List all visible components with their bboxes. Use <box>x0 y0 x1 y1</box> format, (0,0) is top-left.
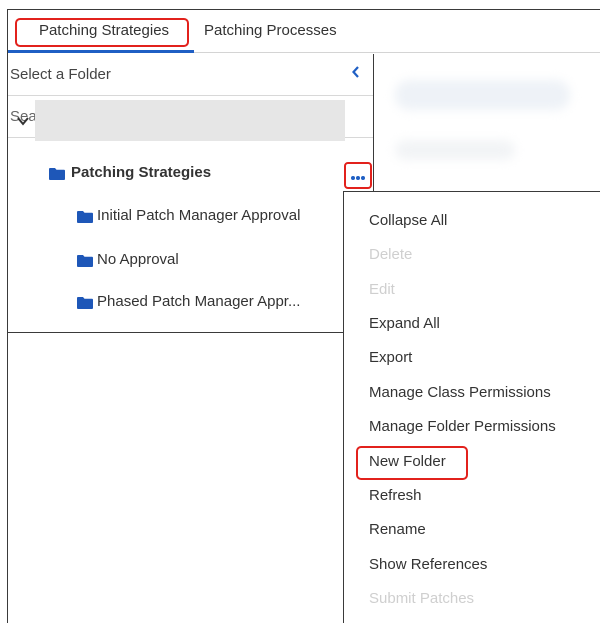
active-tab-indicator <box>8 50 194 53</box>
folder-icon <box>77 297 93 309</box>
chevron-down-icon[interactable] <box>16 114 30 128</box>
blurred-content <box>395 80 570 110</box>
tree-item-phased-patch-manager-approval[interactable]: Phased Patch Manager Appr... <box>97 293 300 310</box>
highlight-box-new-folder <box>356 446 468 480</box>
folder-pane-header: Select a Folder <box>8 54 373 96</box>
folder-pane: Select a Folder <box>8 54 374 333</box>
menu-item-submit-patches: Submit Patches <box>369 590 475 607</box>
blurred-content <box>395 140 515 160</box>
menu-item-delete: Delete <box>369 246 413 263</box>
folder-icon <box>77 211 93 223</box>
more-options-button[interactable] <box>344 162 372 189</box>
menu-item-expand-all[interactable]: Expand All <box>369 315 440 332</box>
folder-icon <box>77 255 93 267</box>
menu-item-rename[interactable]: Rename <box>369 521 426 538</box>
chevron-left-icon[interactable] <box>351 65 361 83</box>
tree-item-no-approval[interactable]: No Approval <box>97 251 179 268</box>
menu-item-manage-folder-permissions[interactable]: Manage Folder Permissions <box>369 418 556 435</box>
content-area <box>375 54 600 191</box>
tree-root-label: Patching Strategies <box>71 164 212 181</box>
menu-item-manage-class-permissions[interactable]: Manage Class Permissions <box>369 384 551 401</box>
menu-item-export[interactable]: Export <box>369 349 412 366</box>
folder-pane-title: Select a Folder <box>10 66 111 83</box>
tab-patching-processes[interactable]: Patching Processes <box>204 10 337 52</box>
tree-root-row[interactable] <box>35 100 345 141</box>
menu-item-refresh[interactable]: Refresh <box>369 487 422 504</box>
menu-item-collapse-all[interactable]: Collapse All <box>369 212 447 229</box>
highlight-box-tab <box>15 18 189 47</box>
ellipsis-icon <box>350 173 366 181</box>
folder-icon <box>49 168 65 180</box>
menu-item-show-references[interactable]: Show References <box>369 556 487 573</box>
menu-item-edit: Edit <box>369 281 395 298</box>
tree-item-initial-patch-manager-approval[interactable]: Initial Patch Manager Approval <box>97 207 300 224</box>
